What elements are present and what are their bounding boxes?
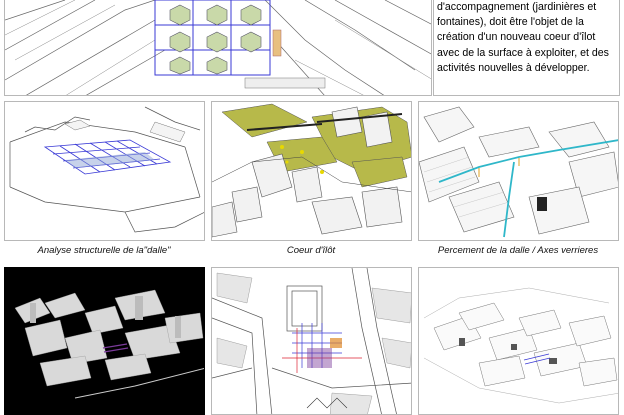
top-plan-drawing <box>4 0 432 96</box>
caption-core-block: Coeur d'îlôt <box>286 245 336 256</box>
slab-perforation-drawing <box>418 101 619 241</box>
slab-perforation-svg <box>419 106 618 238</box>
text-block-border <box>433 0 620 96</box>
axonometric-model-drawing <box>418 267 619 415</box>
caption-slab-perforation: Percement de la dalle / Axes verrieres <box>437 245 599 256</box>
core-block-drawing <box>211 101 412 241</box>
site-plan-drawing <box>211 267 412 415</box>
site-plan-svg <box>212 268 411 414</box>
core-block-svg <box>212 103 411 238</box>
dark-massing-render <box>4 267 205 415</box>
dark-massing-svg <box>14 289 204 399</box>
structural-analysis-svg <box>9 106 204 233</box>
top-plan-svg <box>5 0 431 95</box>
caption-structural-analysis: Analyse structurelle de la"dalle" <box>37 245 171 256</box>
axonometric-model-svg <box>423 287 618 404</box>
structural-analysis-drawing <box>4 101 205 241</box>
